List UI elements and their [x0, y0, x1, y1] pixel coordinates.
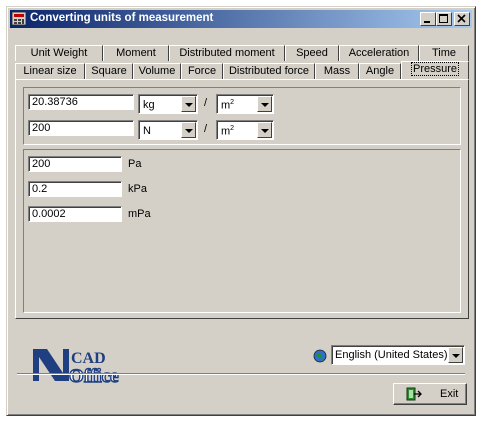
unit-numerator-value-1: kg — [143, 99, 155, 111]
tab-angle[interactable]: Angle — [359, 63, 401, 79]
tab-mass[interactable]: Mass — [315, 63, 359, 79]
unit-denominator-combo-2[interactable]: m2 — [216, 120, 274, 140]
unit-numerator-combo-2[interactable]: N — [138, 120, 198, 140]
unit-denominator-value-2: m2 — [221, 125, 235, 138]
tab-distributed-moment[interactable]: Distributed moment — [169, 45, 285, 61]
title-bar[interactable]: Converting units of measurement — [10, 10, 472, 28]
results-group: 200 Pa 0.2 kPa 0.0002 mPa — [23, 149, 461, 313]
dropdown-arrow-icon[interactable] — [257, 122, 272, 138]
dropdown-arrow-icon[interactable] — [181, 96, 196, 112]
dropdown-arrow-icon[interactable] — [181, 122, 196, 138]
slash-1: / — [204, 97, 208, 109]
language-combo[interactable]: English (United States) — [331, 345, 465, 365]
tab-distributed-force[interactable]: Distributed force — [223, 63, 315, 79]
tab-pressure[interactable]: Pressure — [401, 61, 469, 79]
unit-numerator-combo-1[interactable]: kg — [138, 94, 198, 114]
exit-label: Exit — [440, 388, 459, 400]
window-title: Converting units of measurement — [30, 12, 214, 24]
tab-acceleration[interactable]: Acceleration — [339, 45, 419, 61]
converter-window: Converting units of measurement Unit Wei… — [6, 6, 476, 416]
tab-linear-size[interactable]: Linear size — [15, 63, 85, 79]
tab-unit-weight[interactable]: Unit Weight — [15, 45, 103, 61]
result-value-mpa[interactable]: 0.0002 — [28, 206, 122, 222]
maximize-icon — [439, 14, 448, 23]
close-icon — [457, 14, 466, 23]
exit-icon — [406, 387, 422, 401]
slash-2: / — [204, 123, 208, 135]
svg-text:Office: Office — [69, 366, 119, 385]
unit-numerator-value-2: N — [143, 125, 151, 137]
minimize-button[interactable] — [420, 12, 436, 26]
tab-time[interactable]: Time — [419, 45, 469, 61]
tab-volume[interactable]: Volume — [133, 63, 181, 79]
svg-text:CAD: CAD — [71, 350, 106, 367]
language-value: English (United States) — [335, 349, 448, 361]
minimize-icon — [424, 21, 430, 23]
exit-button[interactable]: Exit — [393, 383, 467, 405]
tab-force[interactable]: Force — [181, 63, 223, 79]
dropdown-arrow-icon[interactable] — [257, 96, 272, 112]
value-input-2[interactable]: 200 — [28, 120, 134, 136]
result-value-kpa[interactable]: 0.2 — [28, 181, 122, 197]
language-icon — [313, 349, 327, 363]
tab-square[interactable]: Square — [85, 63, 133, 79]
value-input-1[interactable]: 20.38736 — [28, 94, 134, 110]
close-button[interactable] — [454, 12, 470, 26]
tab-moment[interactable]: Moment — [103, 45, 169, 61]
unit-denominator-value-1: m2 — [221, 99, 235, 112]
result-unit-mpa: mPa — [128, 208, 151, 220]
unit-denominator-combo-1[interactable]: m2 — [216, 94, 274, 114]
dropdown-arrow-icon[interactable] — [448, 347, 463, 363]
result-value-pa[interactable]: 200 — [28, 156, 122, 172]
scad-office-logo: CAD Office — [33, 349, 119, 385]
result-unit-pa: Pa — [128, 158, 142, 170]
tab-speed[interactable]: Speed — [285, 45, 339, 61]
maximize-button[interactable] — [436, 12, 452, 26]
result-unit-kpa: kPa — [128, 183, 147, 195]
app-icon — [12, 12, 26, 25]
input-group: 20.38736 kg / m2 200 N / m2 — [23, 87, 461, 145]
footer-divider — [17, 373, 465, 375]
